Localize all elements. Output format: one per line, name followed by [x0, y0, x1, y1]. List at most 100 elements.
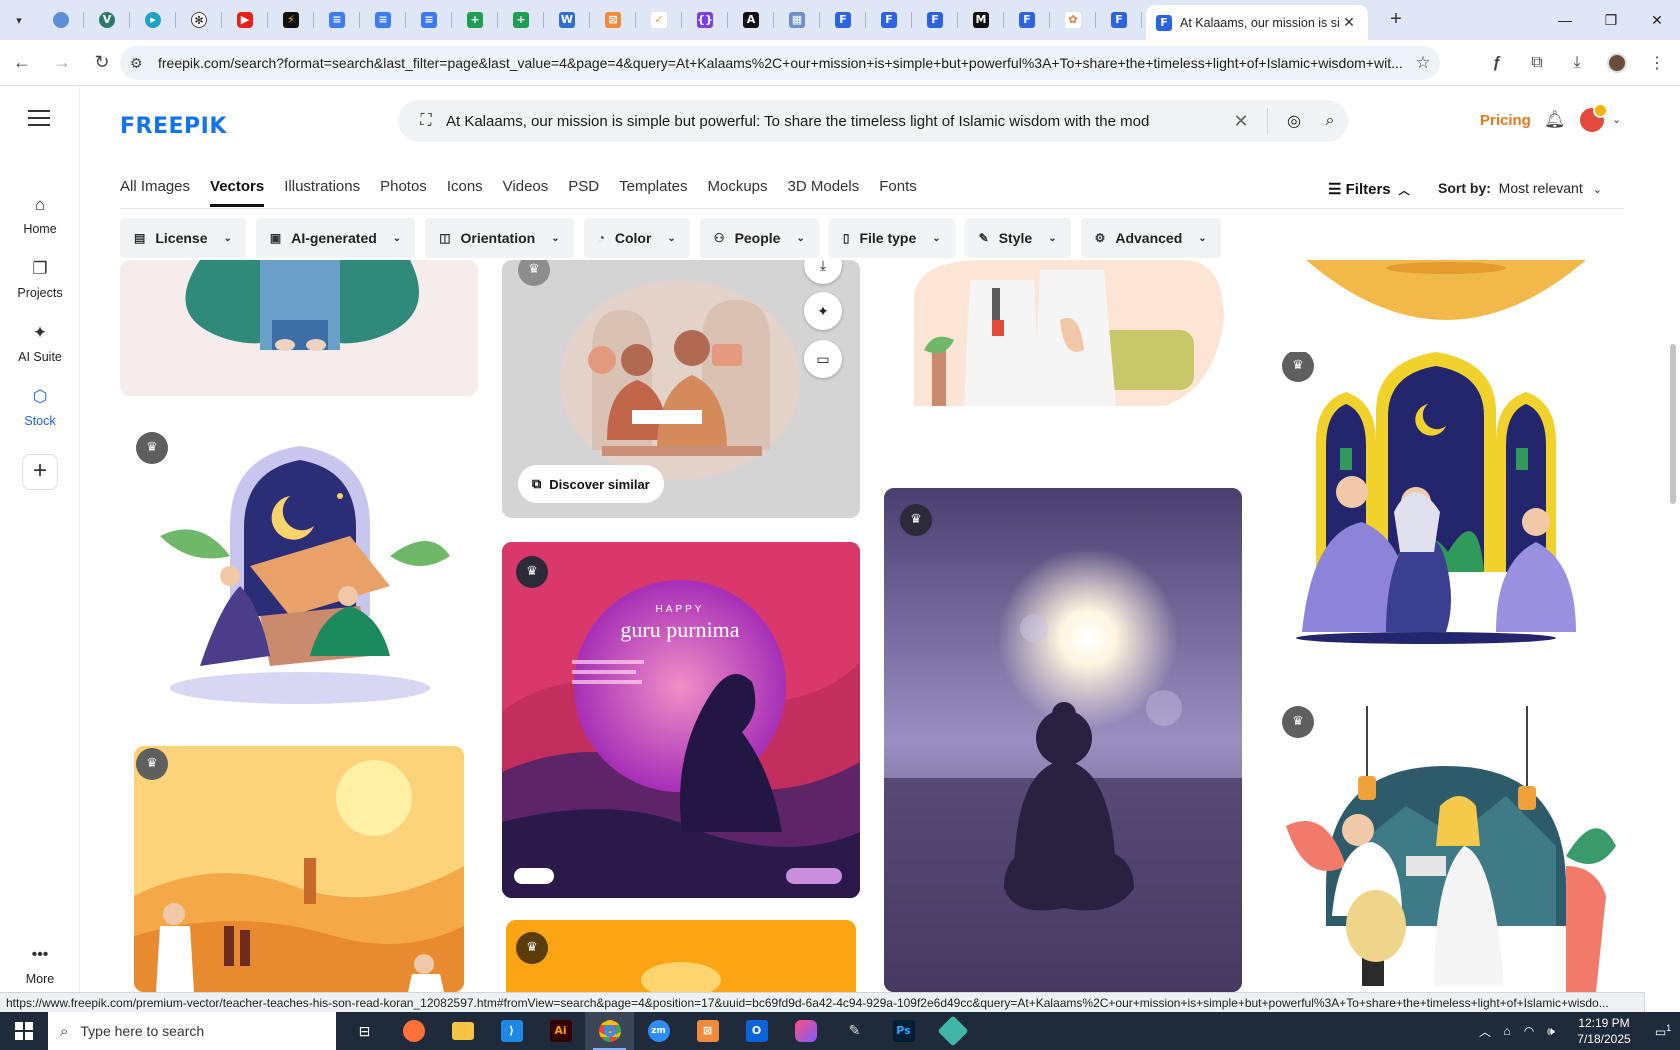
search-bar[interactable]: ⛶ At Kalaams, our mission is simple but … [398, 100, 1348, 142]
minimize-icon[interactable]: — [1542, 0, 1588, 40]
nav-projects[interactable]: ❐ Projects [0, 258, 80, 300]
tab-templates[interactable]: Templates [619, 178, 687, 208]
pinned-tab[interactable]: M [958, 0, 1004, 40]
add-to-collection-icon[interactable]: ▭ [804, 340, 842, 378]
active-tab[interactable]: F At Kalaams, our mission is simp ✕ [1146, 5, 1368, 40]
nav-more[interactable]: ••• More [0, 944, 80, 986]
reload-icon[interactable]: ↻ [84, 45, 120, 81]
filter-color[interactable]: ◔ Color ⌄ [583, 218, 690, 258]
pinned-tab[interactable]: A [728, 0, 774, 40]
close-window-icon[interactable]: ✕ [1634, 0, 1680, 40]
pinned-tab[interactable]: V [84, 0, 130, 40]
pinned-tab[interactable]: ⊠ [590, 0, 636, 40]
app-teal[interactable] [928, 1012, 977, 1050]
bell-icon[interactable]: 🔔︎ [1544, 110, 1566, 132]
firefox-app[interactable] [389, 1012, 438, 1050]
download-icon[interactable]: ⤓ [1560, 46, 1594, 80]
tab-photos[interactable]: Photos [380, 178, 427, 208]
photoshop-app[interactable]: Ps [879, 1012, 928, 1050]
profile-icon[interactable] [1600, 46, 1634, 80]
pinned-tab[interactable]: F [1004, 0, 1050, 40]
nav-ai-suite[interactable]: ✦ AI Suite [0, 322, 80, 364]
nav-stock[interactable]: ⬡ Stock [0, 386, 80, 428]
filter-people[interactable]: ⚇ People ⌄ [699, 218, 819, 258]
pinned-tab[interactable]: ▦ [774, 0, 820, 40]
freepik-logo[interactable]: FREEPIK [120, 114, 227, 139]
app-orange[interactable]: ⊠ [683, 1012, 732, 1050]
pinned-tab[interactable]: ✻ [176, 0, 222, 40]
result-card[interactable]: ♛ [134, 746, 464, 992]
result-card[interactable]: HAPPY guru purnima ♛ [502, 542, 860, 898]
tab-icons[interactable]: Icons [447, 178, 483, 208]
pinned-tab[interactable]: ≡ [406, 0, 452, 40]
file-explorer-app[interactable] [438, 1012, 487, 1050]
clock[interactable]: 12:19 PM 7/18/2025 [1562, 1015, 1646, 1047]
filter-advanced[interactable]: ⚙ Advanced ⌄ [1080, 218, 1221, 258]
zoom-app[interactable]: zm [634, 1012, 683, 1050]
wifi-icon[interactable]: ◠ [1518, 1024, 1540, 1038]
pinned-tab[interactable]: + [498, 0, 544, 40]
start-button[interactable] [0, 1012, 48, 1050]
result-card[interactable] [884, 260, 1242, 406]
new-tab-button[interactable]: + [1384, 8, 1408, 32]
vscode-app[interactable]: ⟩ [487, 1012, 536, 1050]
pinned-tab[interactable]: F [820, 0, 866, 40]
filter-ai-generated[interactable]: ▣ AI-generated ⌄ [255, 218, 416, 258]
nav-home[interactable]: ⌂ Home [0, 194, 80, 236]
pinned-tab[interactable] [38, 0, 84, 40]
page-scrollbar[interactable] [1670, 344, 1676, 504]
pricing-link[interactable]: Pricing [1480, 112, 1531, 129]
tab-psd[interactable]: PSD [568, 178, 599, 208]
result-card[interactable] [1266, 260, 1620, 324]
outlook-app[interactable]: O [732, 1012, 781, 1050]
result-card-hovered[interactable]: ♛ ⤓ ✦ ▭ ⧉ Discover similar [502, 260, 860, 518]
pinned-tab[interactable]: F [866, 0, 912, 40]
result-card[interactable] [120, 260, 478, 396]
taskbar-search[interactable]: ⌕ Type here to search [48, 1012, 336, 1050]
tab-all-images[interactable]: All Images [120, 178, 190, 208]
search-icon[interactable]: ⌕ [1312, 112, 1348, 130]
back-icon[interactable]: ← [4, 45, 40, 81]
tab-videos[interactable]: Videos [503, 178, 549, 208]
pinned-tab[interactable]: W [544, 0, 590, 40]
clear-search-icon[interactable]: ✕ [1223, 111, 1259, 132]
notification-icon[interactable]: ▭1 [1646, 1023, 1680, 1039]
sort-dropdown[interactable]: Sort by: Most relevant ⌄ [1438, 180, 1602, 196]
address-bar[interactable]: ⚙ freepik.com/search?format=search&last_… [120, 46, 1440, 80]
ai-search-icon[interactable]: ⛶ [408, 112, 444, 130]
ai-edit-icon[interactable]: ✦ [804, 292, 842, 330]
camera-icon[interactable]: ◎ [1276, 111, 1312, 131]
add-button[interactable]: + [22, 454, 58, 490]
filter-file-type[interactable]: ▯ File type ⌄ [828, 218, 955, 258]
pinned-tab[interactable]: ≡ [360, 0, 406, 40]
tab-search-button[interactable]: ▾ [8, 9, 30, 31]
pinned-tab[interactable]: F [912, 0, 958, 40]
discover-similar-button[interactable]: ⧉ Discover similar [518, 465, 664, 503]
illustrator-app[interactable]: Ai [536, 1012, 585, 1050]
tab-fonts[interactable]: Fonts [879, 178, 917, 208]
search-input[interactable]: At Kalaams, our mission is simple but po… [446, 113, 1223, 130]
pinned-tab[interactable]: {} [682, 0, 728, 40]
task-view-button[interactable]: ⊟ [340, 1012, 389, 1050]
forward-icon[interactable]: → [44, 45, 80, 81]
pinned-tab[interactable]: + [452, 0, 498, 40]
user-avatar[interactable] [1580, 103, 1608, 132]
puzzle-icon[interactable]: ⧉ [1520, 46, 1554, 80]
url-text[interactable]: freepik.com/search?format=search&last_fi… [158, 55, 1406, 71]
filters-toggle[interactable]: ☰ Filters ︿ [1328, 180, 1410, 198]
restore-icon[interactable]: ❐ [1588, 0, 1634, 40]
chevron-up-icon[interactable]: ︿ [1474, 1023, 1496, 1040]
filter-style[interactable]: ✎ Style ⌄ [964, 218, 1071, 258]
kebab-menu-icon[interactable]: ⋮ [1640, 46, 1674, 80]
pinned-tab[interactable]: ✿ [1050, 0, 1096, 40]
site-info-icon[interactable]: ⚙ [130, 55, 150, 72]
filter-license[interactable]: ▤ License ⌄ [120, 218, 246, 258]
tab-mockups[interactable]: Mockups [707, 178, 767, 208]
tab-3d-models[interactable]: 3D Models [788, 178, 860, 208]
result-card[interactable]: ♛ [884, 488, 1242, 992]
result-card[interactable]: ♛ [1266, 352, 1620, 652]
pinned-tab[interactable]: F [1096, 0, 1142, 40]
result-card[interactable]: ♛ [120, 416, 478, 712]
volume-icon[interactable]: 🕪︎ [1540, 1024, 1562, 1039]
pen-app[interactable]: ✎ [830, 1012, 879, 1050]
